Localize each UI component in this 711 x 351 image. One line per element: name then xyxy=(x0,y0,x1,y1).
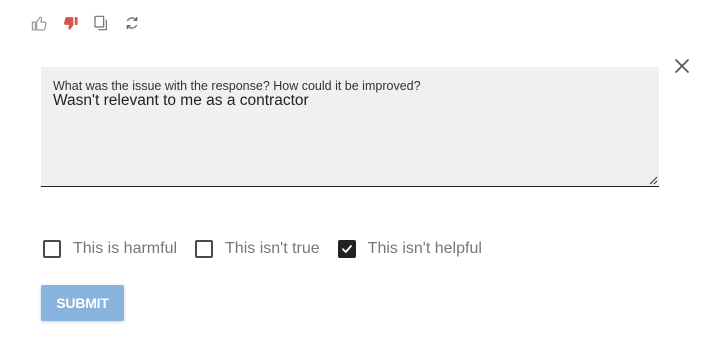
regenerate-button[interactable] xyxy=(123,14,141,32)
checkmark-icon xyxy=(341,245,352,253)
option-harmful-label: This is harmful xyxy=(73,240,178,257)
option-not-true[interactable]: This isn't true xyxy=(195,240,320,258)
option-not-true-label: This isn't true xyxy=(225,240,320,257)
feedback-toolbar xyxy=(30,14,141,32)
submit-button[interactable]: SUBMIT xyxy=(41,285,124,321)
thumbs-down-icon xyxy=(63,16,78,30)
option-harmful[interactable]: This is harmful xyxy=(43,240,177,258)
resize-handle-icon[interactable] xyxy=(648,175,658,185)
checkbox-harmful[interactable] xyxy=(43,240,61,258)
close-icon xyxy=(675,59,689,73)
regenerate-icon xyxy=(126,17,138,29)
copy-button[interactable] xyxy=(92,14,110,32)
thumbs-up-button[interactable] xyxy=(30,14,48,32)
thumbs-up-icon xyxy=(31,15,47,31)
checkbox-not-true[interactable] xyxy=(195,240,214,258)
close-button[interactable] xyxy=(672,56,692,76)
thumbs-down-button[interactable] xyxy=(61,14,79,32)
option-not-helpful[interactable]: This isn't helpful xyxy=(337,240,482,258)
feedback-textarea[interactable]: What was the issue with the response? Ho… xyxy=(41,67,659,187)
checkbox-not-helpful[interactable] xyxy=(337,240,356,258)
feedback-text-value[interactable]: Wasn't relevant to me as a contractor xyxy=(53,91,309,111)
copy-icon xyxy=(94,15,107,31)
feedback-options: This is harmful This isn't true This isn… xyxy=(43,240,500,258)
option-not-helpful-label: This isn't helpful xyxy=(367,240,482,257)
